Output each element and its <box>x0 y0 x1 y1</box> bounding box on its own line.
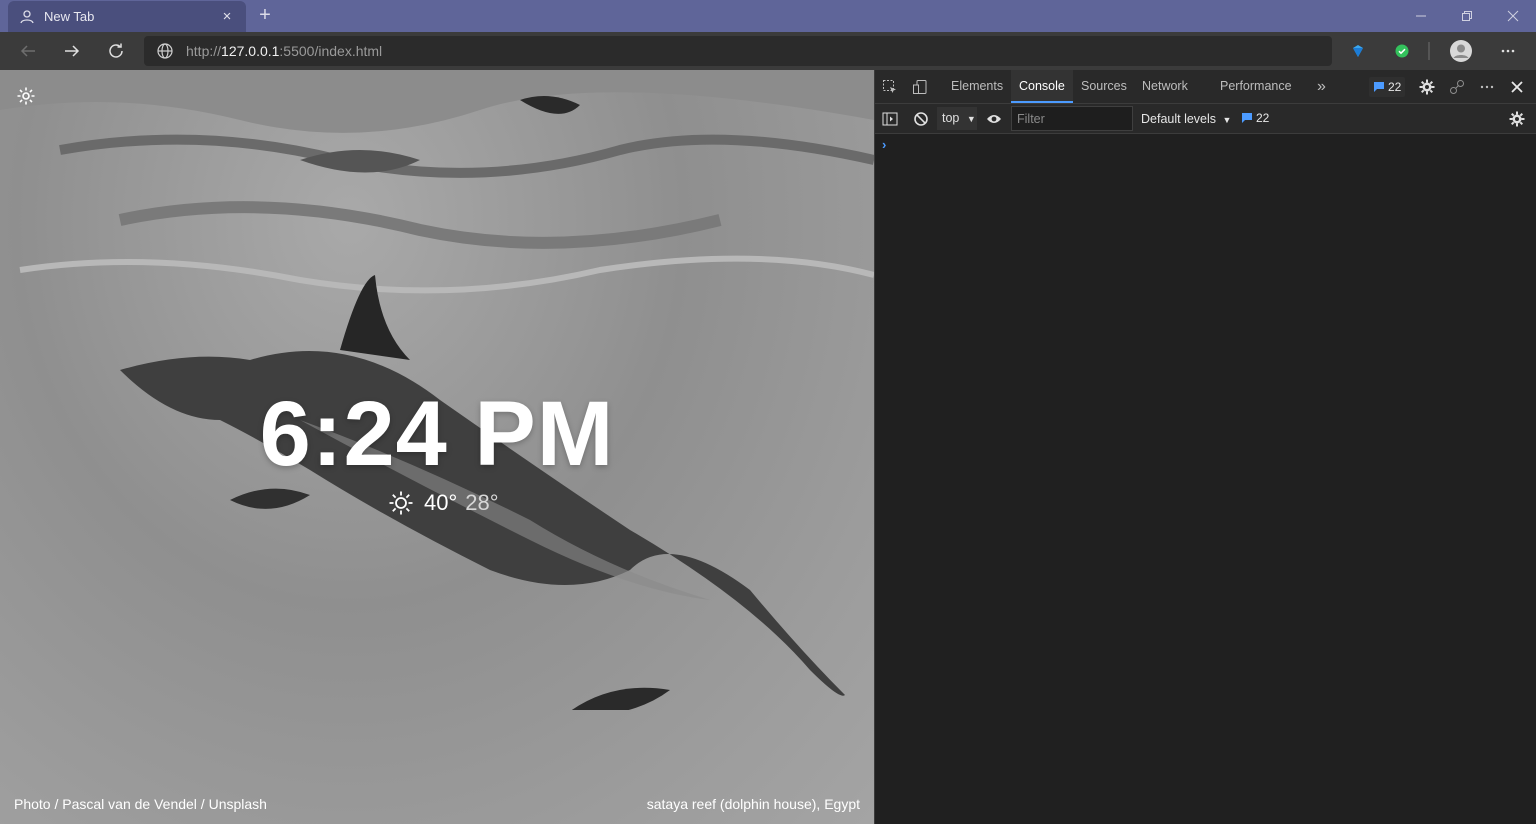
url-host: 127.0.0.1 <box>221 43 280 59</box>
url-scheme: http:// <box>186 43 222 59</box>
connect-button[interactable] <box>1448 78 1466 96</box>
restore-button[interactable] <box>1444 0 1490 32</box>
devtools-settings-button[interactable] <box>1418 78 1436 96</box>
browser-toolbar: http:// 127.0.0.1 :5500/index.html <box>0 32 1536 70</box>
photo-location[interactable]: sataya reef (dolphin house), Egypt <box>647 796 860 812</box>
new-tab-button[interactable]: + <box>254 4 276 26</box>
eye-icon <box>987 115 1001 123</box>
devtools-tab-bar: Elements Console Sources Network Perform… <box>875 70 1536 104</box>
check-extension-icon <box>1395 44 1409 58</box>
inspect-element-button[interactable] <box>881 78 899 96</box>
sun-icon <box>389 491 413 515</box>
toolbar-divider <box>1428 42 1430 60</box>
close-icon <box>1511 81 1523 93</box>
gear-icon <box>1509 111 1525 127</box>
block-icon <box>914 112 928 126</box>
tab-title: New Tab <box>44 9 95 24</box>
extension-button[interactable] <box>1347 40 1369 62</box>
customize-devtools-button[interactable] <box>1478 78 1496 96</box>
close-icon <box>1507 10 1519 22</box>
gear-icon <box>17 87 35 105</box>
photo-credit[interactable]: Photo / Pascal van de Vendel / Unsplash <box>14 796 267 812</box>
more-horizontal-icon <box>1501 49 1515 53</box>
temperature-high: 40° <box>424 490 458 515</box>
device-toolbar-button[interactable] <box>911 78 929 96</box>
tab-console[interactable]: Console <box>1011 70 1073 103</box>
browser-tab[interactable]: New Tab × <box>8 1 246 32</box>
clear-console-button[interactable] <box>912 110 930 128</box>
back-button[interactable] <box>13 36 43 66</box>
close-devtools-button[interactable] <box>1508 78 1526 96</box>
log-levels-label: Default levels <box>1141 112 1217 126</box>
forward-button[interactable] <box>57 36 87 66</box>
tab-elements[interactable]: Elements <box>943 70 1011 103</box>
sidebar-icon <box>882 112 898 126</box>
device-icon <box>913 80 927 94</box>
title-bar: New Tab × + <box>0 0 1536 32</box>
more-tabs-button[interactable]: » <box>1309 70 1334 103</box>
tab-sources[interactable]: Sources <box>1073 70 1135 103</box>
globe-icon <box>157 43 173 59</box>
url-path: :5500/index.html <box>279 43 383 59</box>
messages-count: 22 <box>1256 111 1270 125</box>
more-horizontal-icon <box>1480 85 1494 89</box>
page-settings-button[interactable] <box>16 86 36 106</box>
tab-performance[interactable]: Performance <box>1212 70 1300 103</box>
log-levels-dropdown[interactable]: Default levels ▼ <box>1141 104 1231 134</box>
clock-time: 6:24 PM <box>259 383 615 485</box>
devtools-panel: Elements Console Sources Network Perform… <box>874 70 1536 824</box>
new-tab-icon <box>18 8 36 26</box>
tab-network[interactable]: Network <box>1134 70 1196 103</box>
tab-close-button[interactable]: × <box>218 8 236 25</box>
avatar-icon <box>1450 40 1472 62</box>
extension-button[interactable] <box>1391 40 1413 62</box>
diamond-extension-icon <box>1353 45 1363 57</box>
address-bar[interactable]: http:// 127.0.0.1 :5500/index.html <box>144 36 1332 66</box>
gear-icon <box>1419 79 1435 95</box>
minimize-button[interactable] <box>1398 0 1444 32</box>
issues-badge[interactable]: 22 <box>1369 77 1406 97</box>
arrow-left-icon <box>20 45 35 57</box>
message-icon <box>1242 113 1252 123</box>
context-selector[interactable]: top ▼ <box>937 107 977 130</box>
chevron-down-icon: ▼ <box>966 114 976 124</box>
message-icon <box>1374 82 1384 92</box>
new-tab-page: 6:24 PM 40° 28° Photo / Pascal van de Ve… <box>0 70 874 824</box>
console-filter-input[interactable] <box>1011 106 1133 131</box>
issues-count: 22 <box>1388 80 1402 94</box>
messages-badge[interactable]: 22 <box>1237 108 1273 128</box>
close-window-button[interactable] <box>1490 0 1536 32</box>
link-icon <box>1450 80 1464 94</box>
temperature-low: 28° <box>465 490 499 515</box>
arrow-right-icon <box>65 45 80 57</box>
console-prompt[interactable]: › <box>882 137 886 152</box>
settings-menu-button[interactable] <box>1497 40 1519 62</box>
minimize-icon <box>1416 15 1426 17</box>
live-expression-button[interactable] <box>985 110 1003 128</box>
console-toolbar: top ▼ Default levels ▼ 22 <box>875 104 1536 134</box>
toggle-sidebar-button[interactable] <box>881 110 899 128</box>
refresh-icon <box>109 43 123 58</box>
weather-widget: 40° 28° <box>388 488 499 518</box>
chevron-down-icon: ▼ <box>1222 115 1232 125</box>
profile-button[interactable] <box>1450 40 1472 62</box>
reload-button[interactable] <box>101 36 131 66</box>
inspect-icon <box>883 80 896 93</box>
context-value: top <box>942 111 960 125</box>
console-settings-button[interactable] <box>1508 110 1526 128</box>
restore-icon <box>1462 11 1472 21</box>
